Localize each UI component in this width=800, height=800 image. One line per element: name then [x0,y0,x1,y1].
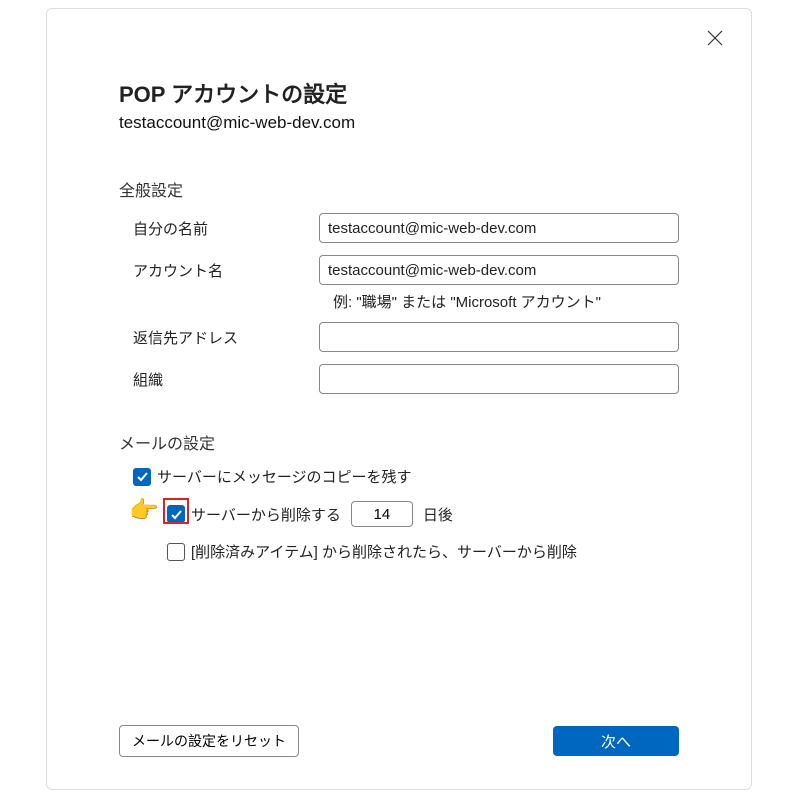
close-button[interactable] [701,29,729,57]
input-account[interactable] [319,255,679,285]
input-org[interactable] [319,364,679,394]
account-hint: 例: "職場" または "Microsoft アカウント" [333,291,679,312]
dialog-title: POP アカウントの設定 [119,77,679,109]
label-org: 組織 [119,369,319,390]
leave-copy-label: サーバーにメッセージのコピーを残す [157,466,412,487]
leave-copy-row: サーバーにメッセージのコピーを残す [119,466,679,487]
general-heading: 全般設定 [119,177,679,201]
bottom-bar: メールの設定をリセット 次へ [119,725,679,757]
dialog-email: testaccount@mic-web-dev.com [119,113,679,133]
close-icon [706,29,724,47]
delete-after-label-after: 日後 [423,504,453,525]
delete-after-row: 👉 サーバーから削除する 日後 [119,501,679,527]
delete-when-deleted-label: [削除済みアイテム] から削除されたら、サーバーから削除 [191,541,577,562]
checkbox-delete-after[interactable] [167,505,185,523]
input-name[interactable] [319,213,679,243]
check-icon [170,508,183,521]
check-icon [136,470,149,483]
label-reply-to: 返信先アドレス [119,327,319,348]
label-name: 自分の名前 [119,218,319,239]
label-account: アカウント名 [119,260,319,281]
checkbox-leave-copy[interactable] [133,468,151,486]
row-org: 組織 [119,364,679,394]
delete-after-label-before: サーバーから削除する [191,504,341,525]
pointing-hand-icon: 👉 [129,499,159,523]
mail-heading: メールの設定 [119,430,679,454]
input-reply-to[interactable] [319,322,679,352]
delete-when-deleted-row: [削除済みアイテム] から削除されたら、サーバーから削除 [119,541,679,562]
reset-button[interactable]: メールの設定をリセット [119,725,299,757]
pop-account-settings-dialog: POP アカウントの設定 testaccount@mic-web-dev.com… [46,8,752,790]
checkbox-delete-when-deleted[interactable] [167,543,185,561]
row-account: アカウント名 [119,255,679,285]
row-reply-to: 返信先アドレス [119,322,679,352]
next-button[interactable]: 次へ [553,726,679,756]
input-days[interactable] [351,501,413,527]
row-name: 自分の名前 [119,213,679,243]
